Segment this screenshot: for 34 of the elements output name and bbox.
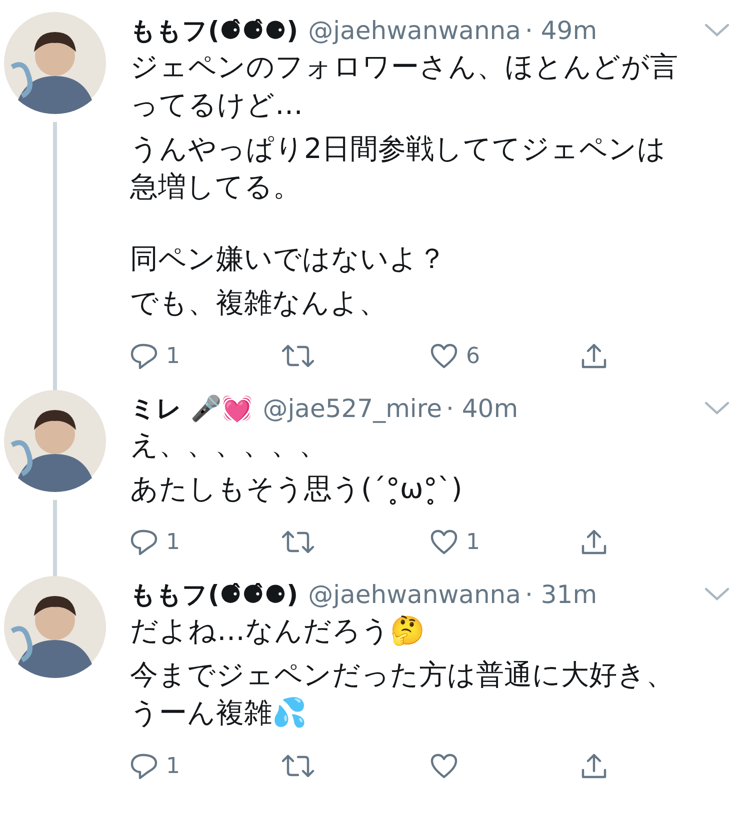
timestamp: · 31m [524, 580, 598, 608]
tweet-text: え、、、、、、 [130, 427, 328, 463]
tweet-text: でも、複雑なんよ、 [130, 285, 388, 321]
user-name[interactable]: ミレ 🎤💓 [130, 392, 253, 424]
tweet-text: あたしもそう思う(´°̥ω°̥`) [130, 471, 464, 507]
retweet-icon[interactable] [280, 342, 316, 370]
tweet-text: だよね…なんだろう🤔 [130, 613, 426, 649]
retweet-icon[interactable] [280, 528, 316, 556]
like-count: 1 [466, 530, 480, 554]
timestamp: · 40m [446, 394, 518, 422]
user-handle[interactable]: @jae527_mire [262, 394, 442, 422]
reply-count: 1 [166, 754, 180, 778]
reply-count: 1 [166, 344, 180, 368]
user-name[interactable]: ももフ(⚈̂⚈̂⚈) [130, 14, 298, 46]
share-icon[interactable] [580, 528, 608, 556]
tweet-text: 同ペン嫌いではないよ？ [130, 241, 447, 277]
user-handle[interactable]: @jaehwanwanna [308, 16, 521, 44]
retweet-icon[interactable] [280, 752, 316, 780]
tweet-text: 今までジェペンだった方は普通に大好き、うーん複雑💦 [130, 657, 675, 731]
user-handle[interactable]: @jaehwanwanna [308, 580, 521, 608]
like-count: 6 [466, 344, 480, 368]
user-name[interactable]: ももフ(⚈̂⚈̂⚈) [130, 578, 298, 610]
share-icon[interactable] [580, 752, 608, 780]
reply-icon[interactable] [130, 342, 158, 370]
reply-count: 1 [166, 530, 180, 554]
reply-icon[interactable] [130, 752, 158, 780]
tweet-text: ジェペンのフォロワーさん、ほとんどが言ってるけど… [130, 49, 679, 123]
heart-icon[interactable] [430, 752, 458, 780]
share-icon[interactable] [580, 342, 608, 370]
reply-icon[interactable] [130, 528, 158, 556]
tweet-text: うんやっぱり2日間参戦しててジェペンは急増してる。 [130, 131, 667, 205]
heart-icon[interactable] [430, 342, 458, 370]
heart-icon[interactable] [430, 528, 458, 556]
timestamp: · 49m [524, 16, 598, 44]
